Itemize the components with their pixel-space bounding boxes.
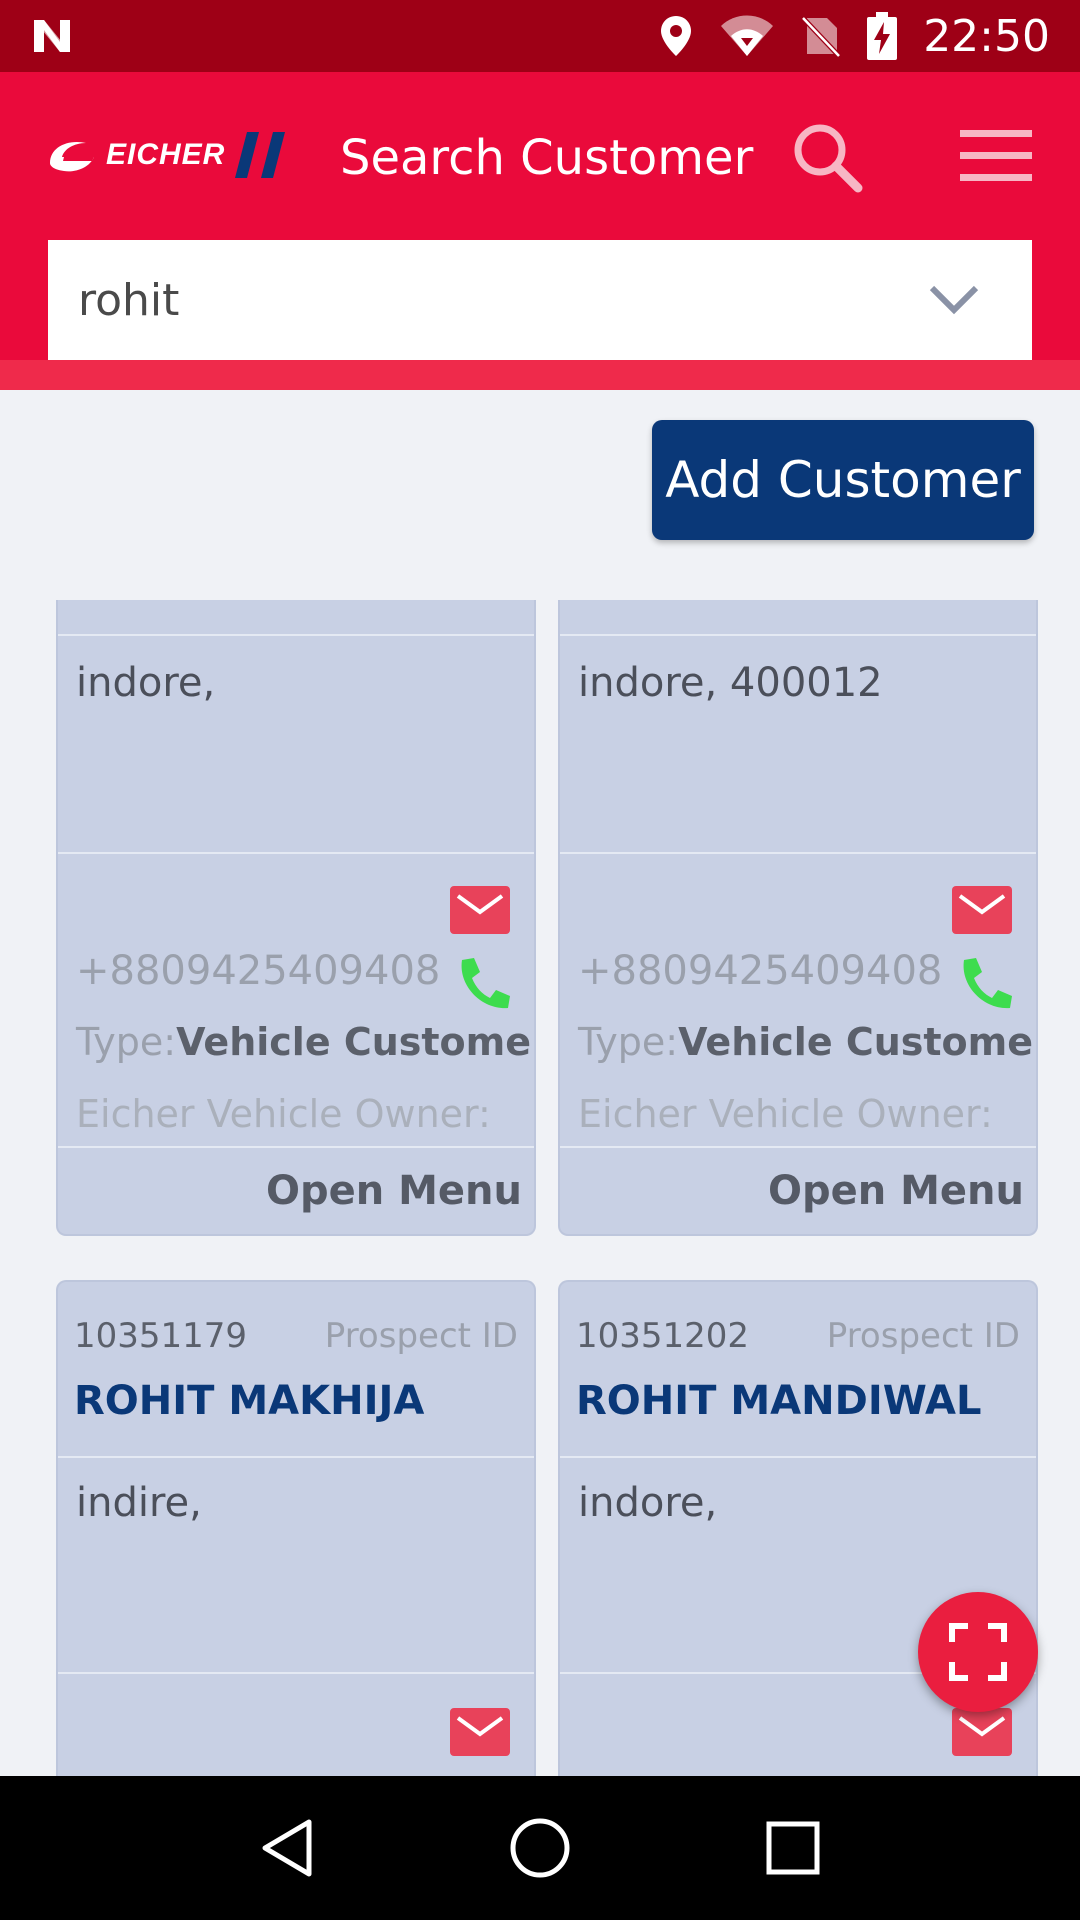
nav-home-button[interactable] xyxy=(500,1808,580,1888)
page-title: Search Customer xyxy=(340,130,754,186)
logo-text: EICHER xyxy=(106,138,226,171)
customer-name[interactable]: ROHIT MAKHIJA xyxy=(74,1378,424,1424)
phone-icon[interactable] xyxy=(452,954,512,1014)
phone-icon[interactable] xyxy=(954,954,1014,1014)
mail-icon[interactable] xyxy=(450,1708,510,1756)
chevron-down-icon[interactable] xyxy=(926,280,982,320)
back-triangle-icon xyxy=(262,1819,312,1877)
card-address: indore, xyxy=(76,660,216,706)
open-menu-button[interactable]: Open Menu xyxy=(768,1168,1024,1214)
location-icon xyxy=(659,14,693,58)
search-icon xyxy=(794,124,863,193)
mail-icon[interactable] xyxy=(952,1708,1012,1756)
type-label: Type: xyxy=(76,1020,177,1064)
eicher-swoosh-icon xyxy=(50,141,94,172)
card-address: indore, xyxy=(578,1480,718,1526)
type-value: Vehicle Customer xyxy=(176,1020,536,1064)
fullscreen-scan-icon xyxy=(949,1623,1007,1681)
home-circle-icon xyxy=(510,1818,570,1878)
customer-id: 10351179 xyxy=(74,1316,248,1356)
card-type: Type:Vehicle Customer xyxy=(76,1020,536,1064)
nav-recents-button[interactable] xyxy=(753,1808,833,1888)
card-type: Type:Vehicle Customer xyxy=(578,1020,1038,1064)
open-menu-button[interactable]: Open Menu xyxy=(266,1168,522,1214)
wifi-icon xyxy=(719,14,775,58)
recents-square-icon xyxy=(766,1821,820,1875)
customer-card[interactable]: 10351202 Prospect ID ROHIT MANDIWAL indo… xyxy=(558,1280,1038,1800)
header-stripe xyxy=(0,360,1080,390)
card-address: indire, xyxy=(76,1480,202,1526)
search-value: rohit xyxy=(78,274,180,326)
search-button[interactable] xyxy=(788,118,868,198)
system-nav-bar xyxy=(0,1776,1080,1920)
hamburger-menu-icon xyxy=(960,130,1032,181)
prospect-id-label: Prospect ID xyxy=(324,1316,518,1356)
search-input[interactable]: rohit xyxy=(48,240,1032,360)
menu-button[interactable] xyxy=(956,126,1036,186)
status-time: 22:50 xyxy=(923,10,1050,62)
type-value: Vehicle Customer xyxy=(678,1020,1038,1064)
battery-charging-icon xyxy=(867,12,898,60)
customer-card[interactable]: indore, 400012 +8809425409408 Type:Vehic… xyxy=(558,600,1038,1236)
prospect-id-label: Prospect ID xyxy=(826,1316,1020,1356)
card-address: indore, 400012 xyxy=(578,660,883,706)
notification-n-icon xyxy=(30,16,74,56)
status-bar: 22:50 xyxy=(0,0,1080,72)
mail-icon[interactable] xyxy=(450,886,510,934)
card-phone: +8809425409408 xyxy=(578,948,943,994)
scan-fab-button[interactable] xyxy=(918,1592,1038,1712)
no-sim-icon xyxy=(801,14,842,58)
mail-icon[interactable] xyxy=(952,886,1012,934)
customer-id: 10351202 xyxy=(576,1316,750,1356)
card-owner: Eicher Vehicle Owner: xyxy=(76,1092,491,1136)
card-owner: Eicher Vehicle Owner: xyxy=(578,1092,993,1136)
customer-card[interactable]: 10351179 Prospect ID ROHIT MAKHIJA indir… xyxy=(56,1280,536,1800)
customer-card[interactable]: indore, +8809425409408 Type:Vehicle Cust… xyxy=(56,600,536,1236)
card-phone: +8809425409408 xyxy=(76,948,441,994)
eicher-logo: EICHER xyxy=(46,128,289,182)
add-customer-button[interactable]: Add Customer xyxy=(652,420,1034,540)
logo-stripes-icon xyxy=(235,132,286,178)
customer-name[interactable]: ROHIT MANDIWAL xyxy=(576,1378,981,1424)
nav-back-button[interactable] xyxy=(247,1808,327,1888)
type-label: Type: xyxy=(578,1020,679,1064)
